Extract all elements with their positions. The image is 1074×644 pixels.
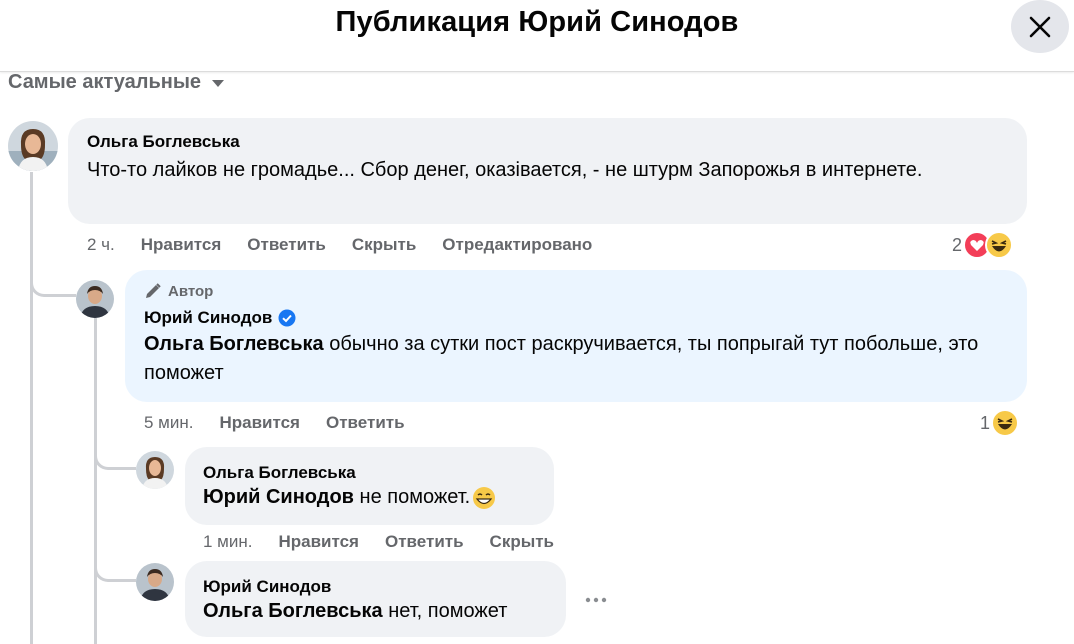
author-badge: Автор — [144, 282, 1007, 300]
haha-reaction-icon — [985, 231, 1014, 259]
comment-author-name[interactable]: Юрий Синодов — [144, 308, 1007, 328]
comment-time[interactable]: 5 мин. — [144, 413, 193, 433]
avatar[interactable] — [136, 451, 174, 489]
avatar[interactable] — [8, 121, 58, 171]
sort-dropdown[interactable]: Самые актуальные — [8, 71, 225, 94]
dialog-header: Публикация Юрий Синодов — [0, 0, 1074, 72]
author-badge-label: Автор — [168, 282, 214, 300]
comment-text: Ольга Боглевська обычно за сутки пост ра… — [144, 330, 994, 388]
comment-actions: 1 мин. Нравится Ответить Скрыть — [203, 532, 580, 552]
thread-connector — [94, 540, 136, 582]
mention-link[interactable]: Ольга Боглевська — [144, 333, 324, 355]
pencil-icon — [146, 283, 161, 298]
reaction-count: 2 — [952, 234, 963, 255]
comment-actions: 5 мин. Нравится Ответить — [144, 413, 431, 433]
haha-reaction-icon — [991, 409, 1020, 437]
thread-connector — [94, 430, 136, 470]
comment-body: нет, поможет — [388, 600, 508, 622]
grinning-emoji-icon — [473, 486, 496, 509]
reaction-summary[interactable]: 2 — [952, 231, 1014, 259]
avatar[interactable] — [136, 563, 174, 601]
comment-bubble: Юрий Синодов Ольга Боглевська нет, помож… — [185, 561, 566, 637]
comment-bubble-author: Автор Юрий Синодов Ольга Боглевська обыч… — [125, 270, 1027, 402]
reaction-summary[interactable]: 1 — [980, 409, 1020, 437]
thread-line-main — [30, 172, 33, 644]
more-options-button[interactable] — [585, 584, 607, 610]
like-button[interactable]: Нравится — [278, 532, 359, 552]
comment-actions: 2 ч. Нравится Ответить Скрыть Отредактир… — [87, 235, 618, 255]
caret-down-icon — [212, 79, 225, 87]
comment-author-name[interactable]: Юрий Синодов — [203, 577, 548, 597]
mention-link[interactable]: Ольга Боглевська — [203, 600, 383, 622]
verified-badge-icon — [278, 309, 296, 327]
sort-label: Самые актуальные — [8, 71, 202, 93]
edited-label: Отредактировано — [442, 235, 593, 254]
reaction-count: 1 — [980, 412, 991, 433]
author-name-text: Юрий Синодов — [144, 308, 273, 327]
comment-author-name[interactable]: Ольга Боглевська — [87, 132, 1007, 152]
avatar[interactable] — [76, 280, 114, 318]
thread-line-reply — [94, 318, 97, 644]
close-icon — [1029, 16, 1051, 37]
comment-bubble: Ольга Боглевська Юрий Синодов не поможет… — [185, 447, 554, 525]
comment-bubble: Ольга Боглевська Что-то лайков не громад… — [68, 118, 1027, 224]
hide-button[interactable]: Скрыть — [490, 532, 554, 552]
comment-text: Юрий Синодов не поможет. — [203, 483, 536, 512]
like-button[interactable]: Нравится — [141, 235, 222, 255]
like-button[interactable]: Нравится — [219, 413, 300, 433]
comment-text: Ольга Боглевська нет, поможет — [203, 597, 548, 626]
comment-time[interactable]: 1 мин. — [203, 532, 252, 552]
more-dots-icon — [585, 597, 607, 603]
reply-button[interactable]: Ответить — [385, 532, 464, 552]
comment-text: Что-то лайков не громадье... Сбор денег,… — [87, 159, 923, 181]
hide-button[interactable]: Скрыть — [352, 235, 416, 255]
comment-body: не поможет. — [359, 486, 471, 508]
reply-button[interactable]: Ответить — [247, 235, 326, 255]
dialog-title: Публикация Юрий Синодов — [335, 6, 739, 38]
mention-link[interactable]: Юрий Синодов — [203, 483, 354, 512]
reply-button[interactable]: Ответить — [326, 413, 405, 433]
comment-time[interactable]: 2 ч. — [87, 235, 115, 255]
close-button[interactable] — [1011, 0, 1069, 53]
thread-connector — [30, 250, 76, 297]
comment-author-name[interactable]: Ольга Боглевська — [203, 463, 536, 483]
